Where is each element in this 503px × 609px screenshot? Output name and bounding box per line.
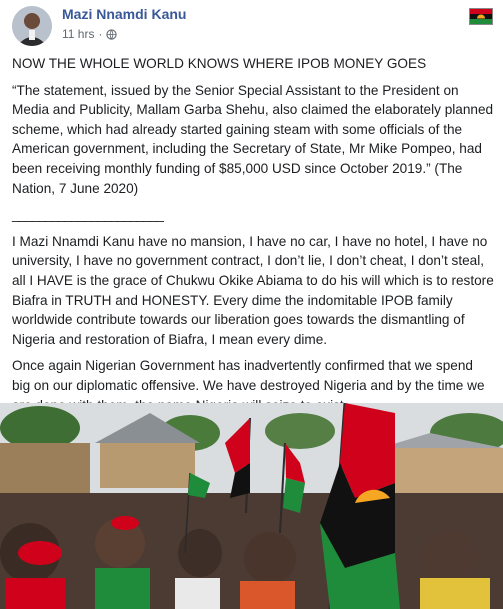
post-divider: _______________________ bbox=[12, 207, 164, 223]
post-paragraph-1: I Mazi Nnamdi Kanu have no mansion, I ha… bbox=[12, 233, 494, 347]
meta-separator: · bbox=[98, 27, 103, 41]
timestamp[interactable]: 11 hrs bbox=[62, 27, 94, 41]
post-meta: 11 hrs · bbox=[62, 27, 118, 41]
author-name[interactable]: Mazi Nnamdi Kanu bbox=[62, 6, 186, 22]
facebook-post: Mazi Nnamdi Kanu 11 hrs · NOW THE WHOLE … bbox=[0, 0, 503, 609]
rally-photo-image bbox=[0, 403, 503, 609]
avatar[interactable] bbox=[12, 6, 52, 46]
post-body: NOW THE WHOLE WORLD KNOWS WHERE IPOB MON… bbox=[12, 54, 494, 422]
avatar-image bbox=[12, 6, 52, 46]
post-headline: NOW THE WHOLE WORLD KNOWS WHERE IPOB MON… bbox=[12, 56, 427, 71]
globe-icon bbox=[106, 28, 118, 40]
post-photo[interactable] bbox=[0, 403, 503, 609]
post-quote: “The statement, issued by the Senior Spe… bbox=[12, 82, 494, 196]
biafra-flag-icon bbox=[469, 8, 493, 25]
